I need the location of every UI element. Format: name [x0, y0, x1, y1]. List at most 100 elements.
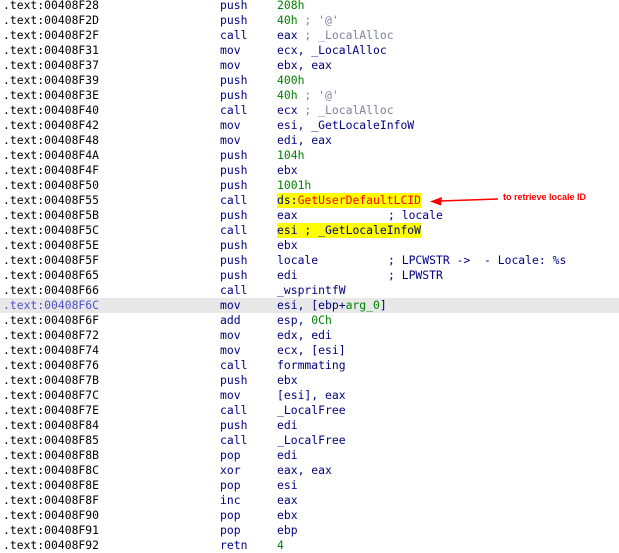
operand-token[interactable]: ebx [277, 238, 298, 252]
operands[interactable]: ebx, eax [277, 58, 332, 73]
operands[interactable]: eax [277, 493, 298, 508]
code-line[interactable]: .text:00408F74 mov ecx, [esi] [0, 343, 619, 358]
mnemonic[interactable]: mov [220, 298, 241, 313]
operands[interactable]: eax, eax [277, 463, 332, 478]
operands[interactable]: ecx ; _LocalAlloc [277, 103, 394, 118]
operand-token[interactable]: ] [380, 298, 387, 312]
mnemonic[interactable]: pop [220, 508, 241, 523]
mnemonic[interactable]: call [220, 103, 247, 118]
mnemonic[interactable]: push [220, 148, 247, 163]
mnemonic[interactable]: push [220, 208, 247, 223]
mnemonic[interactable]: xor [220, 463, 241, 478]
address[interactable]: .text:00408F31 [3, 43, 99, 58]
code-line[interactable]: .text:00408F3E push 40h ; '@' [0, 88, 619, 103]
operand-token[interactable]: _LocalFree [277, 403, 346, 417]
mnemonic[interactable]: pop [220, 523, 241, 538]
operand-token[interactable]: esi [277, 223, 298, 237]
operand-token[interactable]: formmating [277, 358, 346, 372]
address[interactable]: .text:00408F4A [3, 148, 99, 163]
mnemonic[interactable]: call [220, 193, 247, 208]
operands[interactable]: 400h [277, 73, 304, 88]
address[interactable]: .text:00408F5F [3, 253, 99, 268]
operand-token[interactable]: _wsprintfW [277, 283, 346, 297]
address[interactable]: .text:00408F8F [3, 493, 99, 508]
operands[interactable]: ecx, _LocalAlloc [277, 43, 387, 58]
operand-token[interactable]: ecx, _LocalAlloc [277, 43, 387, 57]
operands[interactable]: ebp [277, 523, 298, 538]
mnemonic[interactable]: mov [220, 388, 241, 403]
address[interactable]: .text:00408F48 [3, 133, 99, 148]
code-line[interactable]: .text:00408F31 mov ecx, _LocalAlloc [0, 43, 619, 58]
operand-token[interactable]: eax [277, 28, 298, 42]
code-line[interactable]: .text:00408F5F push locale ; LPCWSTR -> - L… [0, 253, 619, 268]
operands[interactable]: ebx [277, 508, 298, 523]
address[interactable]: .text:00408F50 [3, 178, 99, 193]
address[interactable]: .text:00408F8C [3, 463, 99, 478]
operand-token[interactable]: 1001h [277, 178, 311, 192]
operand-token[interactable]: edi [277, 268, 298, 282]
operand-token[interactable]: ds: [277, 193, 298, 207]
address[interactable]: .text:00408F3E [3, 88, 99, 103]
mnemonic[interactable]: call [220, 28, 247, 43]
address[interactable]: .text:00408F76 [3, 358, 99, 373]
code-line[interactable]: .text:00408F8E pop esi [0, 478, 619, 493]
operands[interactable]: esi, _GetLocaleInfoW [277, 118, 414, 133]
operands[interactable]: ecx, [esi] [277, 343, 346, 358]
mnemonic[interactable]: call [220, 358, 247, 373]
mnemonic[interactable]: push [220, 238, 247, 253]
operands[interactable]: 1001h [277, 178, 311, 193]
mnemonic[interactable]: retn [220, 538, 247, 553]
operands[interactable]: edi, eax [277, 133, 332, 148]
mnemonic[interactable]: push [220, 73, 247, 88]
code-line[interactable]: .text:00408F85 call _LocalFree [0, 433, 619, 448]
operand-token[interactable]: GetUserDefaultLCID [298, 193, 421, 207]
operands[interactable]: formmating [277, 358, 346, 373]
mnemonic[interactable]: push [220, 373, 247, 388]
address[interactable]: .text:00408F39 [3, 73, 99, 88]
address[interactable]: .text:00408F6F [3, 313, 99, 328]
operands[interactable]: 40h ; '@' [277, 88, 339, 103]
operand-token[interactable]: [esi], eax [277, 388, 346, 402]
operands[interactable]: locale [277, 253, 318, 268]
operands[interactable]: ebx [277, 163, 298, 178]
code-line[interactable]: .text:00408F90 pop ebx [0, 508, 619, 523]
operand-token[interactable]: 104h [277, 148, 304, 162]
operands[interactable]: 4 [277, 538, 284, 553]
operands[interactable]: 104h [277, 148, 304, 163]
code-line[interactable]: .text:00408F5B push eax ; locale [0, 208, 619, 223]
code-line[interactable]: .text:00408F40 call ecx ; _LocalAlloc [0, 103, 619, 118]
mnemonic[interactable]: call [220, 283, 247, 298]
code-line[interactable]: .text:00408F5E push ebx [0, 238, 619, 253]
operand-token[interactable]: 208h [277, 0, 304, 12]
code-line[interactable]: .text:00408F4F push ebx [0, 163, 619, 178]
address[interactable]: .text:00408F5B [3, 208, 99, 223]
code-line[interactable]: .text:00408F7B push ebx [0, 373, 619, 388]
operands[interactable]: _wsprintfW [277, 283, 346, 298]
operand-token[interactable]: locale [277, 253, 318, 267]
code-line[interactable]: .text:00408F92 retn 4 [0, 538, 619, 553]
address[interactable]: .text:00408F7E [3, 403, 99, 418]
address[interactable]: .text:00408F66 [3, 283, 99, 298]
operand-token[interactable]: 0Ch [311, 313, 332, 327]
address[interactable]: .text:00408F8B [3, 448, 99, 463]
mnemonic[interactable]: mov [220, 118, 241, 133]
operand-token[interactable]: ebx [277, 508, 298, 522]
address[interactable]: .text:00408F28 [3, 0, 99, 13]
operand-token[interactable]: 400h [277, 73, 304, 87]
operand-token[interactable]: ebx, eax [277, 58, 332, 72]
address[interactable]: .text:00408F90 [3, 508, 99, 523]
operands[interactable]: eax [277, 208, 298, 223]
operand-token[interactable]: ebx [277, 163, 298, 177]
operand-token[interactable]: edi [277, 448, 298, 462]
code-line[interactable]: .text:00408F6C mov esi, [ebp+arg_0] [0, 298, 619, 313]
operands[interactable]: _LocalFree [277, 433, 346, 448]
operand-token[interactable]: ; _GetLocaleInfoW [298, 223, 421, 237]
code-line[interactable]: .text:00408F39 push 400h [0, 73, 619, 88]
mnemonic[interactable]: pop [220, 478, 241, 493]
address[interactable]: .text:00408F85 [3, 433, 99, 448]
address[interactable]: .text:00408F8E [3, 478, 99, 493]
address[interactable]: .text:00408F37 [3, 58, 99, 73]
mnemonic[interactable]: push [220, 178, 247, 193]
address[interactable]: .text:00408F65 [3, 268, 99, 283]
mnemonic[interactable]: inc [220, 493, 241, 508]
